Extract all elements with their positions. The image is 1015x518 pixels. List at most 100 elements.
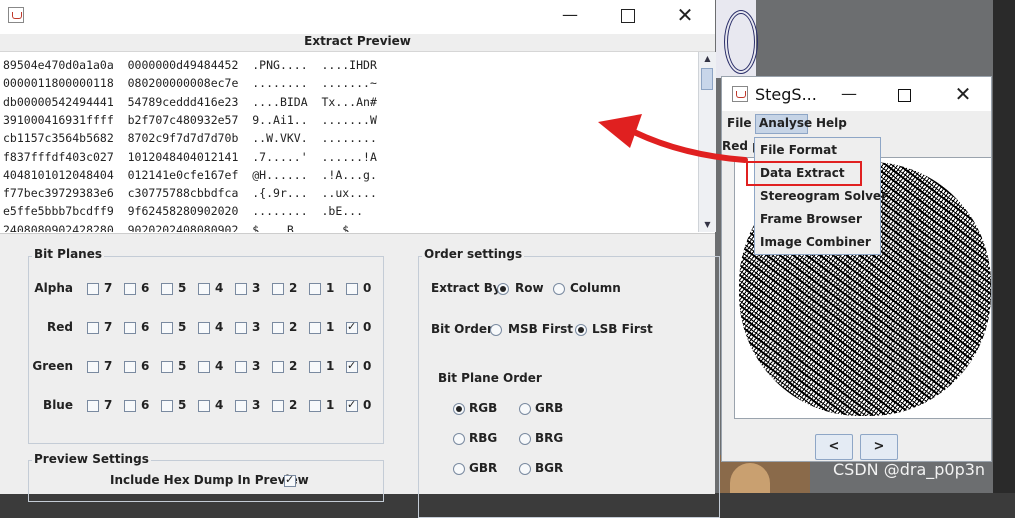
scroll-down-icon[interactable]: ▼ <box>699 218 716 232</box>
bit-plane-checkbox[interactable] <box>309 322 321 334</box>
plane-order-radio[interactable] <box>453 433 465 445</box>
bit-plane-checkbox[interactable] <box>198 361 210 373</box>
bit-plane-checkbox[interactable] <box>198 283 210 295</box>
bit-plane-checkbox[interactable] <box>87 322 99 334</box>
bit-plane-row-label: Alpha <box>34 281 73 295</box>
hex-line: 0000011800000118 080200000008ec7e ......… <box>3 76 377 91</box>
bit-number-label: 4 <box>215 398 224 412</box>
bit-plane-checkbox[interactable] <box>124 361 136 373</box>
extract-window-titlebar[interactable]: — ✕ <box>0 0 715 30</box>
bit-number-label: 0 <box>363 398 372 412</box>
bit-plane-order-title: Bit Plane Order <box>438 371 542 385</box>
bit-plane-checkbox[interactable] <box>235 361 247 373</box>
stegsolve-title: StegS... <box>755 85 817 104</box>
plane-order-radio[interactable] <box>519 403 531 415</box>
bit-plane-checkbox[interactable] <box>124 283 136 295</box>
bit-number-label: 0 <box>363 281 372 295</box>
plane-order-radio[interactable] <box>519 433 531 445</box>
minimize-icon[interactable]: — <box>555 0 585 30</box>
bit-plane-checkbox[interactable] <box>309 283 321 295</box>
bit-plane-checkbox[interactable] <box>161 361 173 373</box>
bit-plane-checkbox[interactable] <box>198 400 210 412</box>
plane-order-label: GBR <box>469 461 498 475</box>
scroll-thumb[interactable] <box>701 68 713 90</box>
extract-row-radio[interactable] <box>497 283 509 295</box>
menu-item-frame-browser[interactable]: Frame Browser <box>760 212 862 226</box>
include-hex-checkbox[interactable] <box>284 473 296 487</box>
stegsolve-titlebar[interactable]: StegS... — ✕ <box>722 77 991 111</box>
stegsolve-window: StegS... — ✕ File Analyse Help Red p < > <box>721 76 992 462</box>
bit-number-label: 7 <box>104 359 113 373</box>
plane-order-radio[interactable] <box>453 403 465 415</box>
extract-column-radio[interactable] <box>553 283 565 295</box>
bit-plane-checkbox[interactable] <box>272 283 284 295</box>
bit-number-label: 4 <box>215 359 224 373</box>
hex-line: 89504e470d0a1a0a 0000000d49484452 .PNG..… <box>3 58 377 72</box>
bit-number-label: 7 <box>104 320 113 334</box>
bit-number-label: 6 <box>141 281 150 295</box>
msb-first-radio[interactable] <box>490 324 502 336</box>
watermark-text: CSDN @dra_p0p3n <box>833 460 986 479</box>
lsb-first-radio[interactable] <box>575 324 587 336</box>
bit-number-label: 1 <box>326 281 335 295</box>
plane-order-radio[interactable] <box>453 463 465 475</box>
hex-line: db00000542494441 54789ceddd416e23 ....BI… <box>3 94 377 109</box>
bit-plane-checkbox[interactable] <box>87 400 99 412</box>
close-icon[interactable]: ✕ <box>670 0 700 30</box>
bit-plane-checkbox[interactable] <box>124 322 136 334</box>
menu-item-file-format[interactable]: File Format <box>760 143 837 157</box>
bit-number-label: 3 <box>252 320 261 334</box>
bit-number-label: 5 <box>178 359 187 373</box>
bit-number-label: 4 <box>215 281 224 295</box>
include-hex-label: Include Hex Dump In Preview <box>110 473 309 487</box>
menu-item-image-combiner[interactable]: Image Combiner <box>760 235 871 249</box>
bit-plane-checkbox[interactable] <box>87 283 99 295</box>
bit-plane-checkbox[interactable] <box>346 398 358 412</box>
bit-number-label: 7 <box>104 398 113 412</box>
menu-help[interactable]: Help <box>816 116 847 130</box>
bit-plane-checkbox[interactable] <box>161 400 173 412</box>
bit-plane-checkbox[interactable] <box>272 322 284 334</box>
bit-plane-checkbox[interactable] <box>87 361 99 373</box>
bit-plane-checkbox[interactable] <box>309 400 321 412</box>
bit-plane-checkbox[interactable] <box>272 400 284 412</box>
bit-plane-checkbox[interactable] <box>272 361 284 373</box>
settings-panel: Bit Planes Alpha 7 6 5 4 3 2 1 0 Red 7 6 5 4 3 2 1 0 Green… <box>0 233 720 518</box>
hex-line: 4048101012048404 012141e0cfe167ef @H....… <box>3 167 377 182</box>
bit-plane-checkbox[interactable] <box>309 361 321 373</box>
bit-number-label: 3 <box>252 398 261 412</box>
extract-by-label: Extract By <box>431 281 501 295</box>
bit-number-label: 3 <box>252 281 261 295</box>
plane-order-radio[interactable] <box>519 463 531 475</box>
bit-plane-checkbox[interactable] <box>235 322 247 334</box>
plane-order-label: RGB <box>469 401 498 415</box>
maximize-icon[interactable] <box>621 9 635 23</box>
bit-number-label: 6 <box>141 320 150 334</box>
java-icon <box>8 7 24 23</box>
menu-item-stereogram-solver[interactable]: Stereogram Solver <box>760 189 887 203</box>
bit-plane-checkbox[interactable] <box>198 322 210 334</box>
minimize-icon[interactable]: — <box>834 79 864 109</box>
bit-plane-checkbox[interactable] <box>161 283 173 295</box>
bit-plane-checkbox[interactable] <box>161 322 173 334</box>
background-dark-strip <box>993 0 1015 493</box>
bit-plane-checkbox[interactable] <box>235 400 247 412</box>
bit-plane-checkbox[interactable] <box>235 283 247 295</box>
bit-plane-checkbox[interactable] <box>124 400 136 412</box>
maximize-icon[interactable] <box>898 89 911 102</box>
bit-number-label: 1 <box>326 359 335 373</box>
prev-button[interactable]: < <box>815 434 853 460</box>
next-button[interactable]: > <box>860 434 898 460</box>
menu-analyse[interactable]: Analyse <box>759 116 812 130</box>
scroll-up-icon[interactable]: ▲ <box>699 52 716 66</box>
bit-number-label: 5 <box>178 320 187 334</box>
bit-plane-checkbox[interactable] <box>346 320 358 334</box>
order-settings-group <box>418 256 720 518</box>
close-icon[interactable]: ✕ <box>948 79 978 109</box>
extract-window: — ✕ Extract Preview 89504e470d0a1a0a 000… <box>0 0 720 518</box>
bit-number-label: 4 <box>215 320 224 334</box>
bit-number-label: 2 <box>289 281 298 295</box>
bit-number-label: 7 <box>104 281 113 295</box>
bit-plane-checkbox[interactable] <box>346 283 358 295</box>
bit-plane-checkbox[interactable] <box>346 359 358 373</box>
